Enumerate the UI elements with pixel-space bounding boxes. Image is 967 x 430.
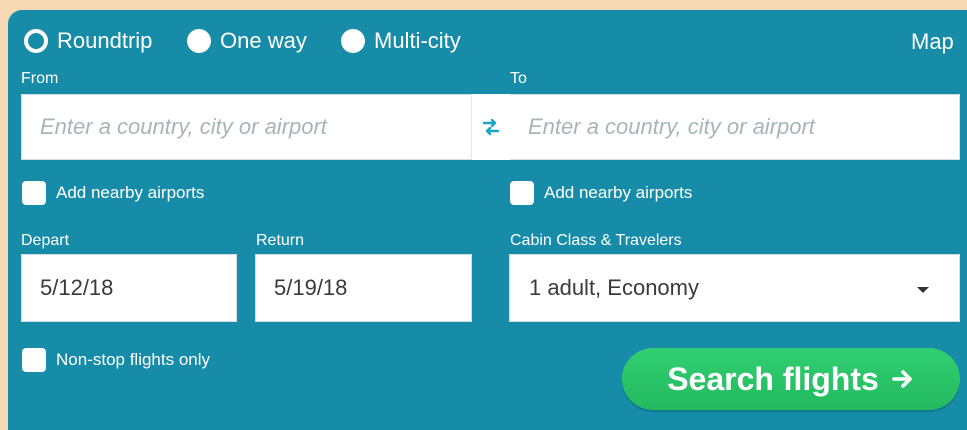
from-nearby-label: Add nearby airports	[56, 183, 205, 202]
from-nearby-airports-checkbox[interactable]: Add nearby airports	[22, 181, 204, 205]
multi-city-label: Multi-city	[374, 28, 461, 53]
swap-arrows-icon	[482, 118, 500, 136]
swap-button[interactable]	[471, 94, 511, 160]
radio-selected-icon	[24, 29, 48, 53]
to-field	[510, 94, 960, 160]
multi-city-radio[interactable]: Multi-city	[341, 28, 461, 54]
map-link[interactable]: Map	[911, 29, 954, 55]
search-flights-label: Search flights	[667, 360, 879, 397]
radio-unselected-icon	[187, 29, 211, 53]
one-way-label: One way	[220, 28, 307, 53]
return-label: Return	[256, 232, 305, 249]
to-input[interactable]	[510, 95, 959, 159]
to-nearby-airports-checkbox[interactable]: Add nearby airports	[510, 181, 692, 205]
checkbox-icon	[510, 181, 534, 205]
checkbox-icon	[22, 348, 46, 372]
depart-label: Depart	[21, 232, 70, 249]
one-way-radio[interactable]: One way	[187, 28, 307, 54]
roundtrip-radio[interactable]: Roundtrip	[24, 28, 152, 54]
radio-unselected-icon	[341, 29, 365, 53]
to-nearby-label: Add nearby airports	[544, 183, 693, 202]
to-label: To	[510, 70, 527, 87]
cabin-travelers-select[interactable]: 1 adult, Economy	[509, 254, 960, 322]
caret-down-icon	[917, 287, 929, 293]
roundtrip-label: Roundtrip	[57, 28, 153, 53]
search-flights-button[interactable]: Search flights	[622, 348, 960, 410]
cabin-travelers-value: 1 adult, Economy	[529, 275, 699, 300]
nonstop-checkbox[interactable]: Non-stop flights only	[22, 348, 210, 372]
from-label: From	[21, 70, 59, 87]
depart-date-field[interactable]: 5/12/18	[21, 254, 237, 322]
from-input[interactable]	[22, 95, 471, 159]
from-field	[21, 94, 472, 160]
arrow-right-icon	[891, 368, 915, 390]
checkbox-icon	[22, 181, 46, 205]
nonstop-label: Non-stop flights only	[56, 350, 211, 369]
return-date-field[interactable]: 5/19/18	[255, 254, 472, 322]
cabin-label: Cabin Class & Travelers	[510, 232, 682, 249]
